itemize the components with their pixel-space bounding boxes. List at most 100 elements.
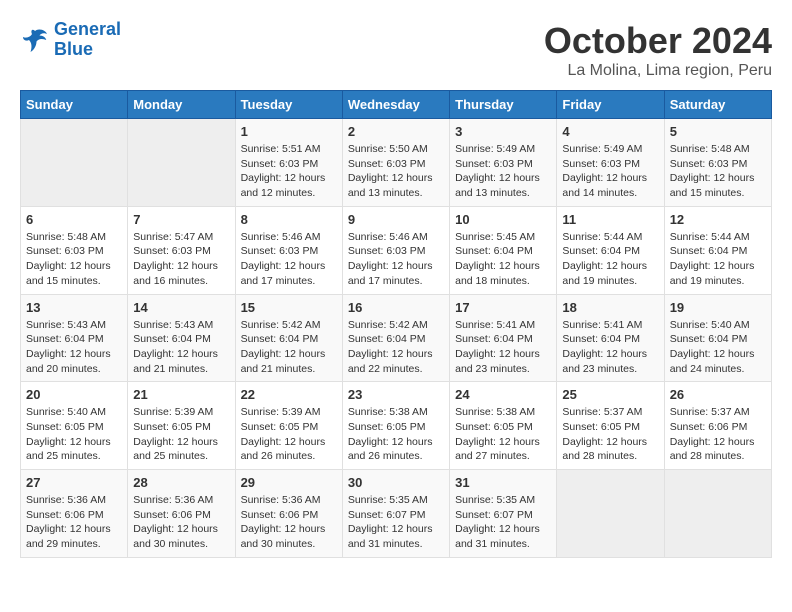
weekday-header: Sunday	[21, 91, 128, 119]
location: La Molina, Lima region, Peru	[544, 62, 772, 80]
calendar-cell: 5Sunrise: 5:48 AM Sunset: 6:03 PM Daylig…	[664, 119, 771, 207]
calendar-cell	[21, 119, 128, 207]
day-info: Sunrise: 5:50 AM Sunset: 6:03 PM Dayligh…	[348, 142, 444, 201]
weekday-header: Wednesday	[342, 91, 449, 119]
calendar-week-row: 13 Sunrise: 5:43 AM Sunset: 6:04 PM Dayli…	[21, 294, 772, 382]
calendar-cell: 19 Sunrise: 5:40 AM Sunset: 6:04 PM Dayli…	[664, 294, 771, 382]
day-number: 6	[26, 212, 122, 227]
calendar-cell: 27 Sunrise: 5:36 AM Sunset: 6:06 PM Dayli…	[21, 470, 128, 558]
day-info: Sunrise: 5:35 AM Sunset: 6:07 PM Dayligh…	[348, 493, 444, 552]
day-info: Sunrise: 5:48 AM Sunset: 6:03 PM Dayligh…	[26, 230, 122, 289]
day-number: 30	[348, 475, 444, 490]
calendar-cell: 7 Sunrise: 5:47 AM Sunset: 6:03 PM Daylig…	[128, 206, 235, 294]
calendar-cell: 22 Sunrise: 5:39 AM Sunset: 6:05 PM Dayli…	[235, 382, 342, 470]
day-info: Sunrise: 5:36 AM Sunset: 6:06 PM Dayligh…	[241, 493, 337, 552]
day-info: Sunrise: 5:35 AM Sunset: 6:07 PM Dayligh…	[455, 493, 551, 552]
calendar-cell: 26 Sunrise: 5:37 AM Sunset: 6:06 PM Dayli…	[664, 382, 771, 470]
calendar-cell: 17Sunrise: 5:41 AM Sunset: 6:04 PM Dayli…	[450, 294, 557, 382]
calendar-cell: 4 Sunrise: 5:49 AM Sunset: 6:03 PM Daylig…	[557, 119, 664, 207]
day-number: 5	[670, 124, 766, 139]
day-info: Sunrise: 5:39 AM Sunset: 6:05 PM Dayligh…	[241, 405, 337, 464]
day-info: Sunrise: 5:49 AM Sunset: 6:03 PM Dayligh…	[562, 142, 658, 201]
calendar-week-row: 27 Sunrise: 5:36 AM Sunset: 6:06 PM Dayli…	[21, 470, 772, 558]
day-number: 15	[241, 300, 337, 315]
day-number: 7	[133, 212, 229, 227]
calendar-cell: 20 Sunrise: 5:40 AM Sunset: 6:05 PM Dayli…	[21, 382, 128, 470]
day-number: 26	[670, 387, 766, 402]
day-number: 9	[348, 212, 444, 227]
day-info: Sunrise: 5:44 AM Sunset: 6:04 PM Dayligh…	[562, 230, 658, 289]
page-header: General Blue October 2024 La Molina, Lim…	[20, 20, 772, 80]
calendar-cell: 12 Sunrise: 5:44 AM Sunset: 6:04 PM Dayli…	[664, 206, 771, 294]
calendar-cell: 31 Sunrise: 5:35 AM Sunset: 6:07 PM Dayli…	[450, 470, 557, 558]
day-info: Sunrise: 5:37 AM Sunset: 6:06 PM Dayligh…	[670, 405, 766, 464]
weekday-header: Thursday	[450, 91, 557, 119]
day-info: Sunrise: 5:46 AM Sunset: 6:03 PM Dayligh…	[241, 230, 337, 289]
day-number: 28	[133, 475, 229, 490]
day-number: 22	[241, 387, 337, 402]
calendar-cell: 8 Sunrise: 5:46 AM Sunset: 6:03 PM Daylig…	[235, 206, 342, 294]
day-info: Sunrise: 5:49 AM Sunset: 6:03 PM Dayligh…	[455, 142, 551, 201]
day-number: 1	[241, 124, 337, 139]
calendar-cell: 15 Sunrise: 5:42 AM Sunset: 6:04 PM Dayli…	[235, 294, 342, 382]
calendar-cell: 30 Sunrise: 5:35 AM Sunset: 6:07 PM Dayli…	[342, 470, 449, 558]
calendar-cell: 13 Sunrise: 5:43 AM Sunset: 6:04 PM Dayli…	[21, 294, 128, 382]
calendar-cell: 9 Sunrise: 5:46 AM Sunset: 6:03 PM Daylig…	[342, 206, 449, 294]
day-info: Sunrise: 5:46 AM Sunset: 6:03 PM Dayligh…	[348, 230, 444, 289]
day-info: Sunrise: 5:42 AM Sunset: 6:04 PM Dayligh…	[348, 318, 444, 377]
month-title: October 2024	[544, 20, 772, 62]
calendar-cell: 14 Sunrise: 5:43 AM Sunset: 6:04 PM Dayli…	[128, 294, 235, 382]
day-number: 23	[348, 387, 444, 402]
day-info: Sunrise: 5:40 AM Sunset: 6:05 PM Dayligh…	[26, 405, 122, 464]
day-info: Sunrise: 5:41 AM Sunset: 6:04 PM Dayligh…	[562, 318, 658, 377]
logo-text: General Blue	[54, 20, 121, 60]
calendar-cell	[128, 119, 235, 207]
day-number: 10	[455, 212, 551, 227]
calendar-cell: 29 Sunrise: 5:36 AM Sunset: 6:06 PM Dayli…	[235, 470, 342, 558]
day-number: 14	[133, 300, 229, 315]
day-info: Sunrise: 5:41 AM Sunset: 6:04 PM Dayligh…	[455, 318, 551, 377]
day-info: Sunrise: 5:37 AM Sunset: 6:05 PM Dayligh…	[562, 405, 658, 464]
day-number: 21	[133, 387, 229, 402]
day-info: Sunrise: 5:44 AM Sunset: 6:04 PM Dayligh…	[670, 230, 766, 289]
day-info: Sunrise: 5:38 AM Sunset: 6:05 PM Dayligh…	[455, 405, 551, 464]
calendar-week-row: 20 Sunrise: 5:40 AM Sunset: 6:05 PM Dayli…	[21, 382, 772, 470]
day-number: 11	[562, 212, 658, 227]
weekday-header: Saturday	[664, 91, 771, 119]
calendar-cell: 25Sunrise: 5:37 AM Sunset: 6:05 PM Dayli…	[557, 382, 664, 470]
day-info: Sunrise: 5:43 AM Sunset: 6:04 PM Dayligh…	[133, 318, 229, 377]
day-info: Sunrise: 5:45 AM Sunset: 6:04 PM Dayligh…	[455, 230, 551, 289]
day-info: Sunrise: 5:40 AM Sunset: 6:04 PM Dayligh…	[670, 318, 766, 377]
day-number: 12	[670, 212, 766, 227]
calendar-cell: 11 Sunrise: 5:44 AM Sunset: 6:04 PM Dayli…	[557, 206, 664, 294]
day-number: 29	[241, 475, 337, 490]
calendar-cell: 28Sunrise: 5:36 AM Sunset: 6:06 PM Dayli…	[128, 470, 235, 558]
calendar-week-row: 6 Sunrise: 5:48 AM Sunset: 6:03 PM Daylig…	[21, 206, 772, 294]
day-number: 4	[562, 124, 658, 139]
day-info: Sunrise: 5:36 AM Sunset: 6:06 PM Dayligh…	[26, 493, 122, 552]
day-info: Sunrise: 5:43 AM Sunset: 6:04 PM Dayligh…	[26, 318, 122, 377]
calendar-cell: 10 Sunrise: 5:45 AM Sunset: 6:04 PM Dayli…	[450, 206, 557, 294]
day-info: Sunrise: 5:39 AM Sunset: 6:05 PM Dayligh…	[133, 405, 229, 464]
calendar-table: SundayMondayTuesdayWednesdayThursdayFrid…	[20, 90, 772, 558]
calendar-cell: 24Sunrise: 5:38 AM Sunset: 6:05 PM Dayli…	[450, 382, 557, 470]
day-number: 8	[241, 212, 337, 227]
day-info: Sunrise: 5:47 AM Sunset: 6:03 PM Dayligh…	[133, 230, 229, 289]
day-number: 3	[455, 124, 551, 139]
weekday-header: Tuesday	[235, 91, 342, 119]
day-info: Sunrise: 5:38 AM Sunset: 6:05 PM Dayligh…	[348, 405, 444, 464]
day-number: 16	[348, 300, 444, 315]
day-info: Sunrise: 5:51 AM Sunset: 6:03 PM Dayligh…	[241, 142, 337, 201]
calendar-cell	[557, 470, 664, 558]
day-number: 19	[670, 300, 766, 315]
day-number: 20	[26, 387, 122, 402]
calendar-cell: 23 Sunrise: 5:38 AM Sunset: 6:05 PM Dayli…	[342, 382, 449, 470]
day-info: Sunrise: 5:42 AM Sunset: 6:04 PM Dayligh…	[241, 318, 337, 377]
weekday-header: Monday	[128, 91, 235, 119]
day-number: 13	[26, 300, 122, 315]
day-number: 31	[455, 475, 551, 490]
logo: General Blue	[20, 20, 121, 60]
logo-bird-icon	[20, 25, 50, 55]
day-number: 27	[26, 475, 122, 490]
calendar-cell: 18Sunrise: 5:41 AM Sunset: 6:04 PM Dayli…	[557, 294, 664, 382]
